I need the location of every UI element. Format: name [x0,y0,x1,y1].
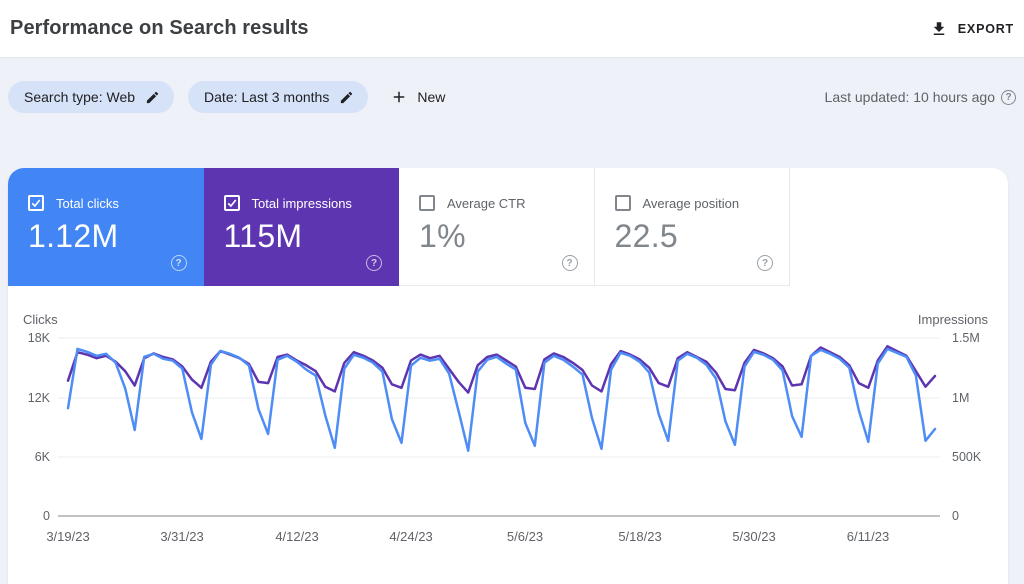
export-label: EXPORT [957,21,1014,36]
new-filter-button[interactable]: New [390,88,445,106]
x-tick-label: 4/12/23 [275,529,319,544]
last-updated-text: Last updated: 10 hours ago [824,89,995,105]
clicks-line [66,347,937,452]
x-tick-label: 5/18/23 [618,529,662,544]
x-tick-label: 5/6/23 [506,529,544,544]
page-title: Performance on Search results [10,17,309,39]
help-icon[interactable]: ? [366,255,382,271]
x-tick-label: 6/11/23 [846,529,890,544]
date-filter-chip-label: Date: Last 3 months [204,89,330,105]
x-tick-label: 3/31/23 [160,529,204,544]
help-icon[interactable]: ? [1001,89,1016,105]
metric-value: 22.5 [614,218,678,254]
metric-value: 1% [419,218,466,254]
tile-head: Average CTR [419,195,526,211]
plus-icon [394,91,405,103]
edit-pencil-icon [341,91,353,103]
checkbox-checked-icon[interactable] [28,195,44,211]
download-icon [933,21,945,35]
metric-tile-average-position[interactable]: Average position 22.5 ? [594,168,790,286]
performance-chart[interactable]: Clicks Impressions 18K 12K 6K 0 1.5M 1M … [8,300,1008,584]
filter-bar: Search type: Web Date: Last 3 months New… [0,81,1024,113]
metric-label: Total impressions [251,195,352,211]
metric-label: Total clicks [56,195,119,211]
export-button[interactable]: EXPORT [930,20,1014,38]
search-type-chip[interactable]: Search type: Web [8,81,175,113]
checkbox-checked-icon[interactable] [223,195,240,211]
metric-value: 115M [223,218,303,254]
tile-head: Total clicks [28,195,119,211]
date-filter-chip[interactable]: Date: Last 3 months [188,81,369,113]
last-updated: Last updated: 10 hours ago ? [825,89,1016,105]
impressions-line [66,345,937,394]
metric-label: Average position [642,195,740,211]
help-icon[interactable]: ? [561,255,578,271]
x-tick-label: 3/19/23 [46,529,90,544]
tile-head: Average position [614,195,740,211]
search-type-chip-label: Search type: Web [24,89,136,105]
metric-tiles: Total clicks 1.12M ? Total impressions 1… [8,168,1008,286]
metric-tile-total-clicks[interactable]: Total clicks 1.12M ? [8,168,204,286]
help-icon[interactable]: ? [170,255,187,271]
header: Performance on Search results EXPORT [0,0,1024,58]
x-tick-label: 4/24/23 [389,529,433,544]
tile-head: Total impressions [223,195,352,211]
performance-card: Total clicks 1.12M ? Total impressions 1… [8,168,1008,584]
metric-value: 1.12M [28,218,119,254]
new-filter-label: New [417,89,446,105]
metric-label: Average CTR [447,195,526,211]
edit-pencil-icon [146,91,159,103]
x-tick-label: 5/30/23 [732,529,776,544]
metric-tile-average-ctr[interactable]: Average CTR 1% ? [399,168,595,286]
checkbox-unchecked-icon[interactable] [614,195,631,211]
help-icon[interactable]: ? [757,255,773,271]
metric-tile-total-impressions[interactable]: Total impressions 115M ? [203,168,399,286]
checkbox-unchecked-icon[interactable] [419,195,435,211]
